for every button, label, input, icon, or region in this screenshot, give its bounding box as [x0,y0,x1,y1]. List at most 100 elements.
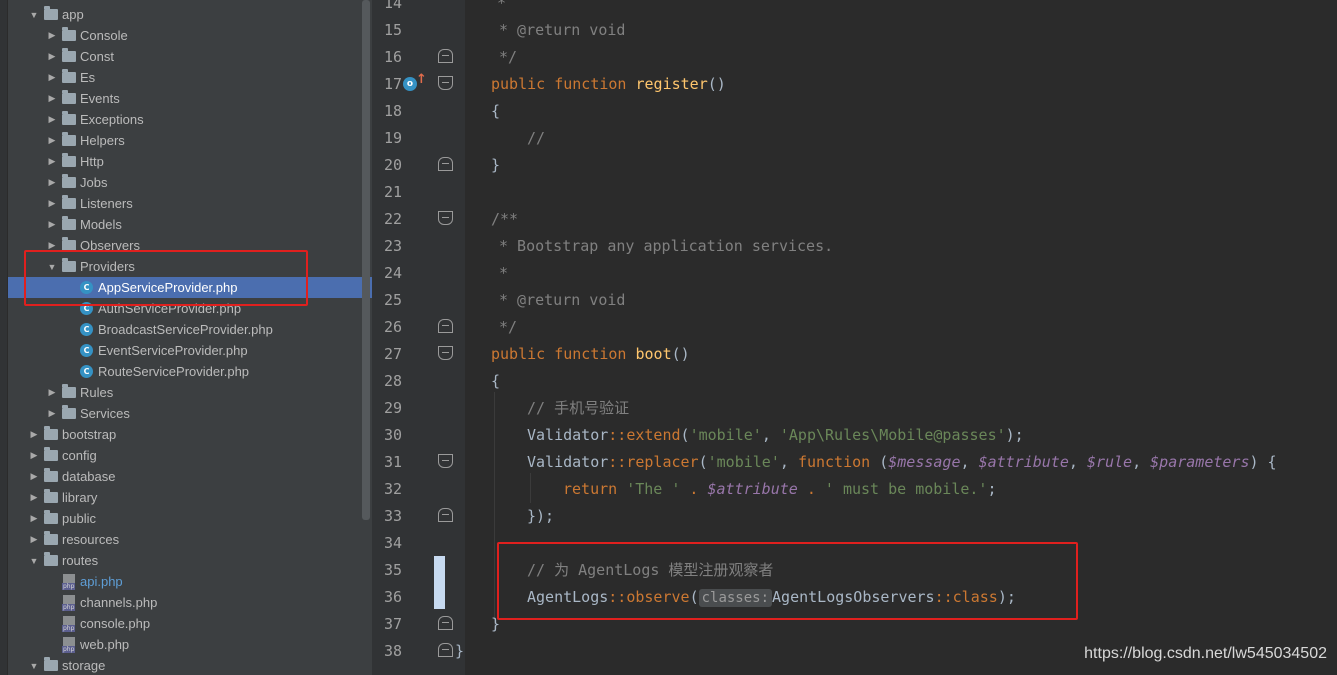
tree-item-routeserviceprovider-php[interactable]: C RouteServiceProvider.php [8,361,372,382]
override-method-icon[interactable]: o [403,77,417,91]
tree-item-library[interactable]: ▶ library [8,487,372,508]
tree-item-services[interactable]: ▶ Services [8,403,372,424]
tree-item-listeners[interactable]: ▶ Listeners [8,193,372,214]
tree-item-helpers[interactable]: ▶ Helpers [8,130,372,151]
fold-marker-icon[interactable] [438,346,453,360]
expand-right-icon[interactable]: ▶ [28,471,40,483]
tree-item-resources[interactable]: ▶ resources [8,529,372,550]
tree-item-broadcastserviceprovider-php[interactable]: C BroadcastServiceProvider.php [8,319,372,340]
tree-item-storage[interactable]: ▼ storage [8,655,372,675]
tree-item-authserviceprovider-php[interactable]: C AuthServiceProvider.php [8,298,372,319]
change-marker[interactable] [434,556,445,609]
tree-item-jobs[interactable]: ▶ Jobs [8,172,372,193]
code-line-36: AgentLogs::observe(classes: AgentLogsObse… [527,584,1016,611]
tree-item-label: Jobs [80,175,108,190]
folder-icon [62,48,76,62]
paren: ( [870,453,889,471]
line-number: 24 [383,264,402,282]
expand-right-icon[interactable]: ▶ [46,93,58,105]
expand-right-icon[interactable]: ▶ [46,72,58,84]
expand-right-icon[interactable]: ▶ [28,429,40,441]
tree-item-app[interactable]: ▼ app [8,4,372,25]
tree-item-label: app [62,7,84,22]
expand-right-icon[interactable]: ▶ [28,513,40,525]
folder-icon [62,258,76,272]
expand-right-icon[interactable]: ▶ [46,219,58,231]
fold-marker-icon[interactable] [438,157,453,171]
fold-marker-icon[interactable] [438,508,453,522]
tree-item-web-php[interactable]: php web.php [8,634,372,655]
class-name: Validator [527,426,609,444]
tree-item-const[interactable]: ▶ Const [8,46,372,67]
variable: $attribute [707,480,798,498]
line-number: 32 [383,480,402,498]
expand-down-icon[interactable]: ▼ [28,9,40,21]
php-file-icon: php [62,594,76,611]
code-line-23: * Bootstrap any application services. [499,233,833,260]
tree-item-routes[interactable]: ▼ routes [8,550,372,571]
fold-marker-icon[interactable] [438,616,453,630]
fold-marker-icon[interactable] [438,76,453,90]
tree-item-exceptions[interactable]: ▶ Exceptions [8,109,372,130]
expand-right-icon[interactable]: ▶ [46,240,58,252]
line-number: 34 [383,534,402,552]
fold-marker-icon[interactable] [438,643,453,657]
expand-right-icon[interactable]: ▶ [28,492,40,504]
folder-icon [44,468,58,482]
code-line-38: } [455,638,464,665]
php-file-icon: php [62,636,76,653]
parens: () [707,75,726,93]
expand-right-icon[interactable]: ▶ [46,387,58,399]
expand-down-icon[interactable]: ▼ [28,660,40,672]
code-line-26: */ [499,314,517,341]
expand-right-icon[interactable]: ▶ [28,450,40,462]
tree-item-es[interactable]: ▶ Es [8,67,372,88]
tree-scrollbar[interactable] [362,0,370,520]
tree-item-config[interactable]: ▶ config [8,445,372,466]
expand-right-icon[interactable]: ▶ [46,114,58,126]
line-number: 19 [383,129,402,147]
code-editor[interactable]: * * @return void */ public function regi… [455,0,1337,675]
expand-right-icon[interactable]: ▶ [46,30,58,42]
tree-item-api-php[interactable]: php api.php [8,571,372,592]
tree-item-eventserviceprovider-php[interactable]: C EventServiceProvider.php [8,340,372,361]
folder-icon [44,447,58,461]
expand-right-icon[interactable]: ▶ [46,408,58,420]
expand-down-icon[interactable]: ▼ [46,261,58,273]
fold-marker-icon[interactable] [438,211,453,225]
paren: ( [689,588,699,606]
expand-right-icon[interactable]: ▶ [46,198,58,210]
tree-item-appserviceprovider-php[interactable]: C AppServiceProvider.php [8,277,372,298]
php-class-icon: C [80,302,93,315]
line-number: 17 [383,75,402,93]
tree-item-events[interactable]: ▶ Events [8,88,372,109]
fold-marker-icon[interactable] [438,319,453,333]
override-arrow-icon[interactable]: ↑ [416,72,427,87]
brace: } [455,642,465,660]
tree-item-database[interactable]: ▶ database [8,466,372,487]
tree-item-public[interactable]: ▶ public [8,508,372,529]
tree-item-console-php[interactable]: php console.php [8,613,372,634]
tree-item-rules[interactable]: ▶ Rules [8,382,372,403]
tree-item-bootstrap[interactable]: ▶ bootstrap [8,424,372,445]
tree-item-channels-php[interactable]: php channels.php [8,592,372,613]
brace: } [491,615,501,633]
fold-marker-icon[interactable] [438,454,453,468]
class-name: AgentLogsObservers [772,588,935,606]
expand-right-icon[interactable]: ▶ [28,534,40,546]
paren-brace: ) { [1249,453,1277,471]
expand-right-icon[interactable]: ▶ [46,51,58,63]
expand-right-icon[interactable]: ▶ [46,177,58,189]
fold-marker-icon[interactable] [438,49,453,63]
tree-item-models[interactable]: ▶ Models [8,214,372,235]
tree-item-http[interactable]: ▶ Http [8,151,372,172]
tree-item-label: Providers [80,259,135,274]
expand-right-icon[interactable]: ▶ [46,135,58,147]
expand-down-icon[interactable]: ▼ [28,555,40,567]
tree-item-providers[interactable]: ▼ Providers [8,256,372,277]
expand-right-icon[interactable]: ▶ [46,156,58,168]
tree-item-observers[interactable]: ▶ Observers [8,235,372,256]
tree-item-console[interactable]: ▶ Console [8,25,372,46]
tree-item-label: bootstrap [62,427,117,442]
code-line-29: // 手机号验证 [527,395,629,422]
